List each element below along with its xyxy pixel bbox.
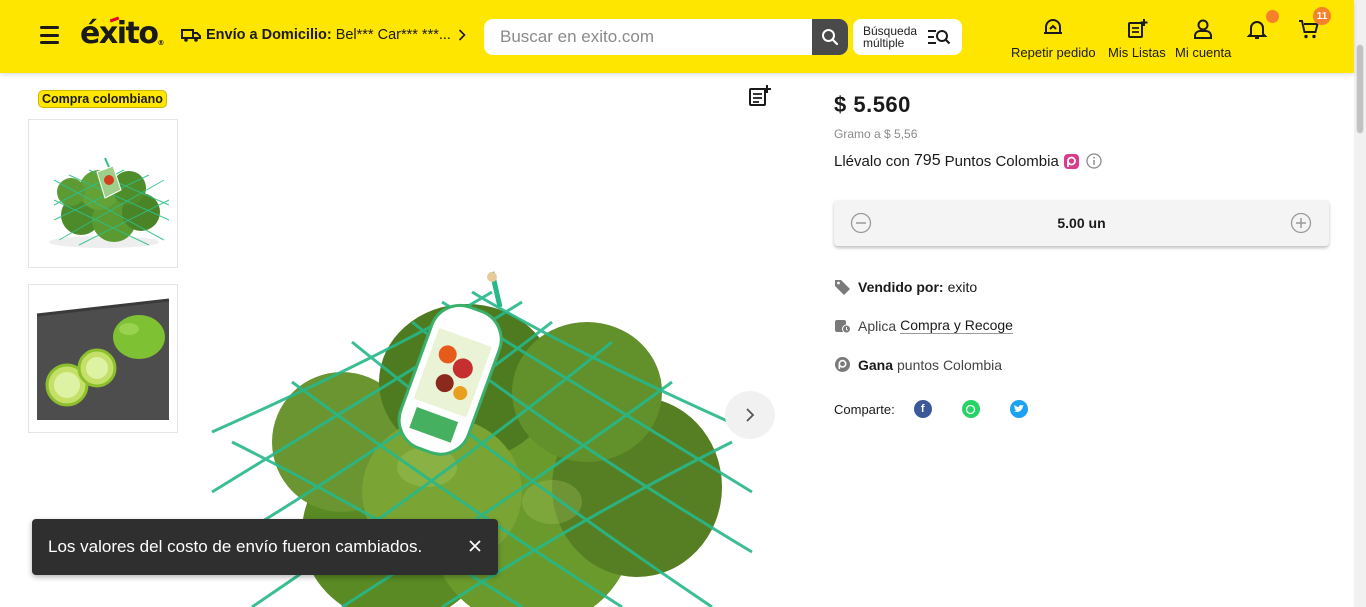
info-icon[interactable]: [1086, 153, 1102, 169]
sold-by-value: exito: [947, 278, 978, 295]
unit-price: Gramo a $ 5,56: [834, 127, 918, 141]
earn-value: puntos Colombia: [897, 356, 1003, 373]
search-icon: [822, 29, 839, 46]
origin-badge: Compra colombiano: [38, 90, 167, 108]
thumbnail-lime-bag-image: [49, 157, 170, 248]
close-icon[interactable]: [468, 539, 482, 553]
search-bar: [484, 19, 848, 55]
truck-icon: [181, 29, 201, 42]
pickup-row: Aplica Compra y Recoge: [834, 317, 1013, 334]
points-info: Llévalo con 795 Puntos Colombia: [834, 152, 1102, 170]
delivery-address: Bel*** Car*** ***...: [335, 27, 451, 43]
cart-count-badge: 11: [1313, 7, 1331, 25]
puntos-colombia-icon: [1063, 153, 1079, 169]
points-prefix: Llévalo con: [834, 152, 910, 170]
points-suffix: Puntos Colombia: [944, 152, 1059, 170]
notification-dot: [1266, 10, 1279, 23]
share-row: Comparte: f: [834, 400, 1028, 418]
list-search-icon: [928, 30, 951, 45]
plus-circle-icon[interactable]: [1290, 212, 1312, 234]
scrollbar-thumb[interactable]: [1356, 44, 1364, 134]
notification-toast: Los valores del costo de envío fueron ca…: [32, 519, 498, 575]
my-account-label: Mi cuenta: [1175, 45, 1232, 60]
twitter-share-icon[interactable]: [1009, 400, 1028, 418]
sold-by-label: Vendido por:: [858, 278, 944, 295]
top-header: éxito® Envío a Domicilio: Bel*** Car*** …: [0, 0, 1354, 73]
earn-label: Gana: [858, 356, 894, 373]
chevron-right-icon: [458, 29, 466, 41]
quantity-stepper: 5.00 un: [834, 200, 1329, 246]
add-to-list-icon[interactable]: [748, 84, 772, 108]
delivery-label: Envío a Domicilio:: [206, 27, 332, 43]
tag-icon: [835, 280, 850, 295]
repeat-order-icon: [1044, 19, 1063, 34]
exito-logo[interactable]: éxito®: [80, 14, 164, 54]
store-pickup-icon: [835, 320, 851, 334]
search-input[interactable]: [484, 19, 812, 55]
delivery-selector[interactable]: Envío a Domicilio: Bel*** Car*** ***...: [181, 27, 466, 43]
thumbnail-2[interactable]: [28, 284, 178, 433]
my-lists-label: Mis Listas: [1108, 45, 1166, 60]
multi-search-button[interactable]: Búsqueda múltiple: [853, 19, 962, 55]
toast-message: Los valores del costo de envío fueron ca…: [48, 537, 423, 556]
chevron-right-icon: [746, 408, 755, 422]
my-account-button[interactable]: Mi cuenta: [1175, 18, 1231, 60]
thumbnail-cut-lime-image: [36, 298, 170, 420]
pickup-prefix: Aplica: [858, 317, 897, 334]
hamburger-menu-icon[interactable]: [40, 26, 59, 44]
my-lists-button[interactable]: Mis Listas: [1108, 18, 1166, 60]
product-price: $ 5.560: [834, 92, 911, 117]
repeat-order-button[interactable]: Repetir pedido: [1011, 18, 1096, 60]
share-label: Comparte:: [834, 401, 895, 417]
whatsapp-share-icon[interactable]: [961, 400, 980, 418]
next-image-button[interactable]: [725, 391, 775, 439]
repeat-order-label: Repetir pedido: [1011, 45, 1096, 60]
whatsapp-glyph-icon: [966, 404, 976, 414]
list-add-icon: [1127, 19, 1148, 38]
user-icon: [1194, 19, 1213, 39]
bell-icon[interactable]: [1246, 18, 1268, 40]
points-value: 795: [913, 152, 941, 169]
earn-points-row: Gana puntos Colombia: [834, 356, 1002, 373]
quantity-value: 5.00 un: [1057, 215, 1106, 231]
sold-by-row: Vendido por: exito: [834, 278, 977, 295]
bird-icon: [1014, 405, 1025, 412]
multi-search-label: Búsqueda múltiple: [863, 24, 918, 50]
thumbnail-1[interactable]: [28, 119, 178, 268]
facebook-share-icon[interactable]: f: [913, 400, 932, 418]
search-button[interactable]: [812, 19, 848, 55]
pickup-link[interactable]: Compra y Recoge: [900, 317, 1013, 334]
points-coin-icon: [835, 357, 850, 372]
page-scrollbar[interactable]: [1354, 0, 1366, 607]
